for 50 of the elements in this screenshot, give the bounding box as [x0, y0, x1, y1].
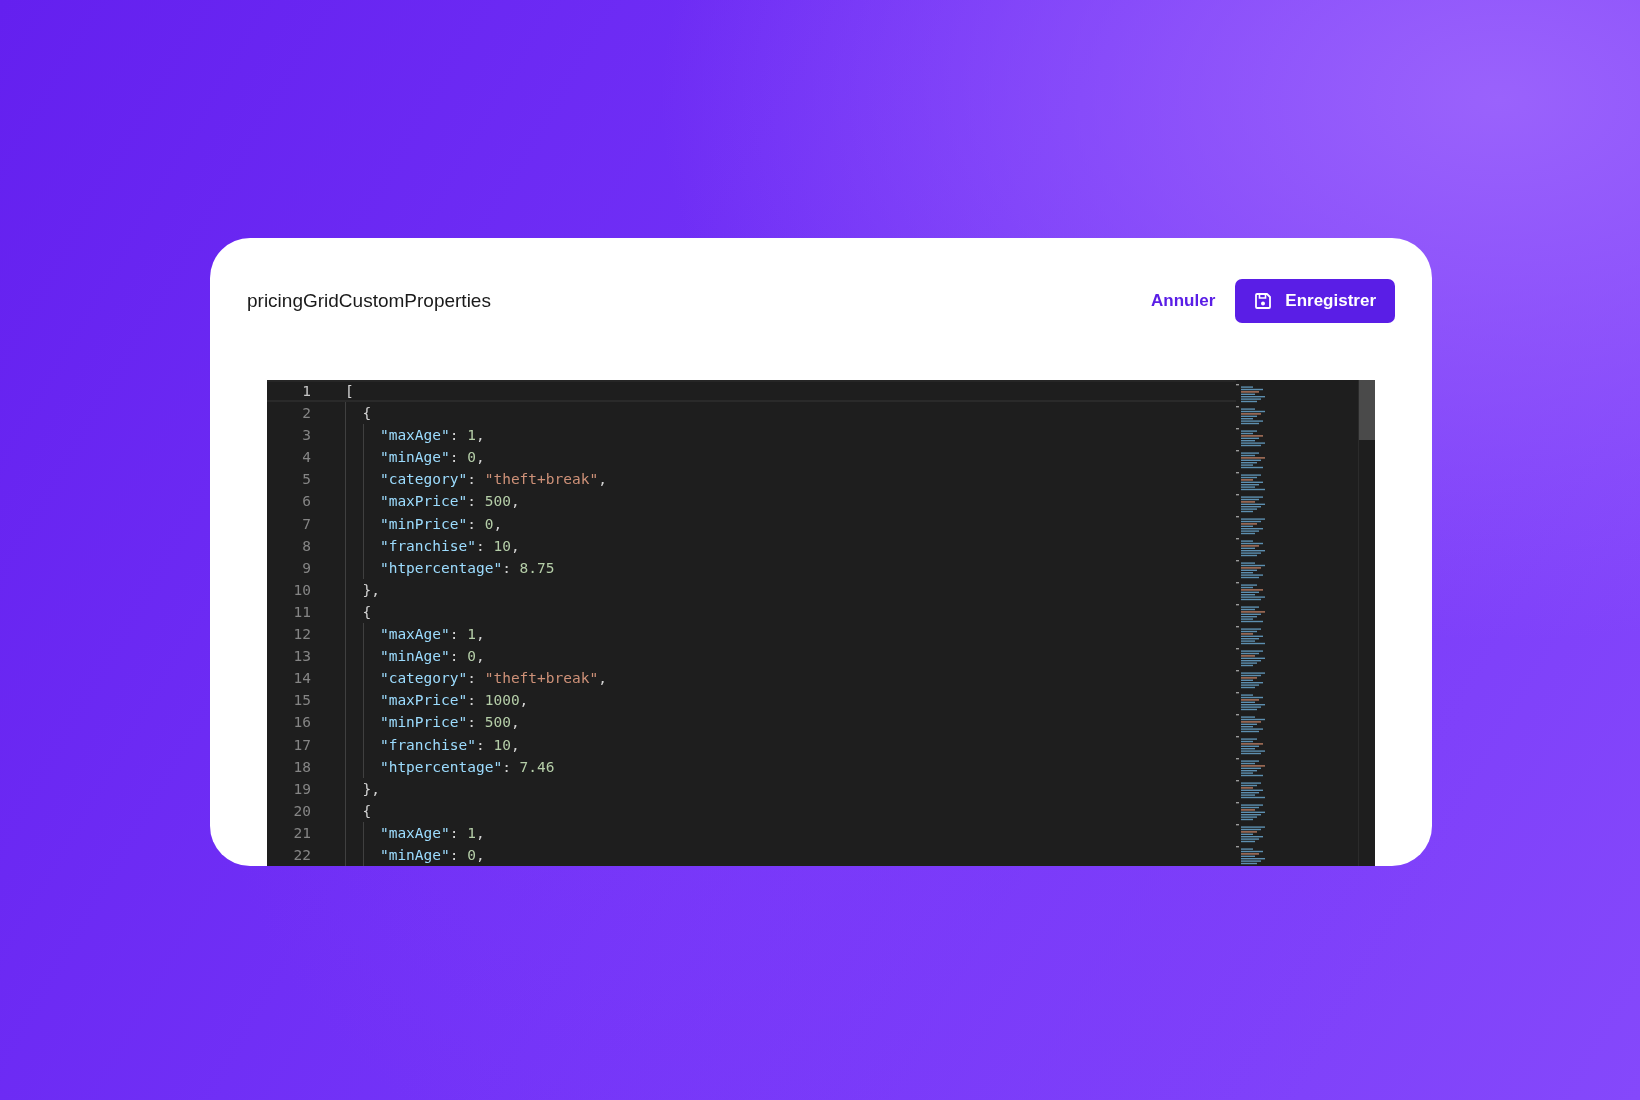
line-number: 3 [301, 426, 311, 446]
line-number: 12 [292, 625, 311, 645]
line-number: 10 [292, 580, 311, 600]
line-number: 21 [292, 823, 311, 843]
line-number: 16 [292, 713, 311, 733]
code-line: "minAge": 0, [378, 449, 485, 466]
code-line: "htpercentage": 7.46 [378, 758, 555, 775]
code-line: [ [345, 383, 354, 399]
save-button[interactable]: Enregistrer [1235, 279, 1395, 323]
cancel-link[interactable]: Annuler [1151, 287, 1216, 315]
code-line: "maxPrice": 500, [378, 493, 520, 510]
code-line: { [361, 405, 372, 422]
code-line: "minAge": 0, [378, 648, 485, 665]
line-number: 13 [292, 647, 311, 667]
line-number: 11 [292, 602, 311, 622]
line-number: 8 [301, 536, 311, 556]
code-line: "maxAge": 1, [378, 427, 485, 444]
code-line: "minPrice": 500, [378, 714, 520, 731]
code-line: "category": "theft+break", [378, 670, 607, 687]
code-line: "htpercentage": 8.75 [378, 559, 555, 576]
line-number: 6 [301, 492, 311, 512]
save-icon [1253, 291, 1274, 311]
code-line: "minPrice": 0, [378, 515, 503, 532]
line-number: 7 [301, 514, 311, 534]
code-line: "minAge": 0, [378, 846, 485, 863]
dialog-title: pricingGridCustomProperties [247, 290, 491, 312]
line-number: 5 [301, 470, 311, 490]
line-number: 20 [292, 801, 311, 821]
line-number: 19 [292, 779, 311, 799]
line-number: 14 [292, 669, 311, 689]
line-number: 4 [301, 448, 311, 468]
line-number: 15 [292, 691, 311, 711]
line-number: 22 [292, 845, 311, 865]
code-line: { [361, 802, 372, 819]
code-line: "category": "theft+break", [378, 471, 607, 488]
line-number: 1 [301, 382, 311, 401]
code-line: }, [361, 780, 380, 797]
line-number: 18 [292, 757, 311, 777]
code-line: "franchise": 10, [378, 736, 520, 753]
code-line: { [361, 603, 372, 620]
line-number: 2 [301, 404, 311, 424]
line-number: 17 [292, 735, 311, 755]
code-line: "maxAge": 1, [378, 824, 485, 841]
line-number: 9 [301, 558, 311, 578]
scrollbar-thumb[interactable] [1359, 380, 1375, 440]
code-line: "franchise": 10, [378, 537, 520, 554]
code-editor[interactable] [267, 380, 1375, 866]
code-line: }, [361, 581, 380, 598]
code-line: "maxPrice": 1000, [378, 692, 529, 709]
code-line: "maxAge": 1, [378, 626, 485, 643]
